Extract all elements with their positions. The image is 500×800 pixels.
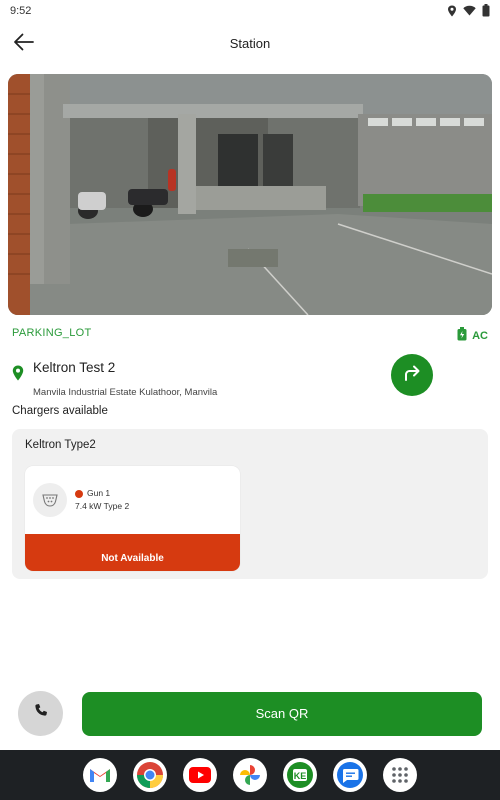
app-dock: KE (0, 750, 500, 800)
station-photo (8, 74, 492, 315)
station-info: Keltron Test 2 Manvila Industrial Estate… (12, 360, 432, 404)
status-icons (447, 4, 490, 17)
gun-card[interactable]: Gun 1 7.4 kW Type 2 Not Available (25, 466, 240, 571)
gun-status-dot (75, 490, 83, 498)
call-button[interactable] (18, 691, 63, 736)
directions-button[interactable] (391, 354, 433, 396)
wifi-icon (463, 5, 476, 16)
youtube-icon[interactable] (183, 758, 217, 792)
chargers-heading: Chargers available (12, 405, 108, 417)
station-address: Manvila Industrial Estate Kulathoor, Man… (33, 387, 218, 398)
scan-qr-button[interactable]: Scan QR (82, 692, 482, 736)
ev-app-icon[interactable]: KE (283, 758, 317, 792)
current-type-label: AC (472, 329, 488, 342)
location-pin-icon (12, 365, 24, 386)
svg-text:KE: KE (294, 771, 307, 781)
location-icon (447, 5, 457, 17)
app-header: Station (0, 24, 500, 64)
page-title: Station (229, 36, 271, 51)
gun-spec: 7.4 kW Type 2 (75, 501, 130, 511)
battery-icon (482, 4, 490, 17)
app-drawer-icon[interactable] (383, 758, 417, 792)
station-name: Keltron Test 2 (33, 360, 116, 375)
type2-connector-icon (33, 483, 67, 517)
messages-icon[interactable] (333, 758, 367, 792)
gun-name: Gun 1 (87, 488, 111, 498)
gun-availability-status: Not Available (25, 534, 240, 571)
current-type-badge: AC (457, 327, 488, 344)
station-meta-row: PARKING_LOT AC (12, 327, 488, 343)
location-type: PARKING_LOT (12, 327, 92, 339)
status-bar: 9:52 (0, 0, 500, 24)
charger-group-title: Keltron Type2 (25, 439, 96, 451)
charger-group-panel: Keltron Type2 Gun 1 7.4 kW Type 2 Not Av… (12, 429, 488, 579)
phone-icon (33, 703, 49, 724)
status-time: 9:52 (10, 5, 32, 17)
ev-plug-icon (457, 327, 467, 344)
directions-icon (403, 365, 421, 386)
gmail-icon[interactable] (83, 758, 117, 792)
photos-icon[interactable] (233, 758, 267, 792)
chrome-icon[interactable] (133, 758, 167, 792)
